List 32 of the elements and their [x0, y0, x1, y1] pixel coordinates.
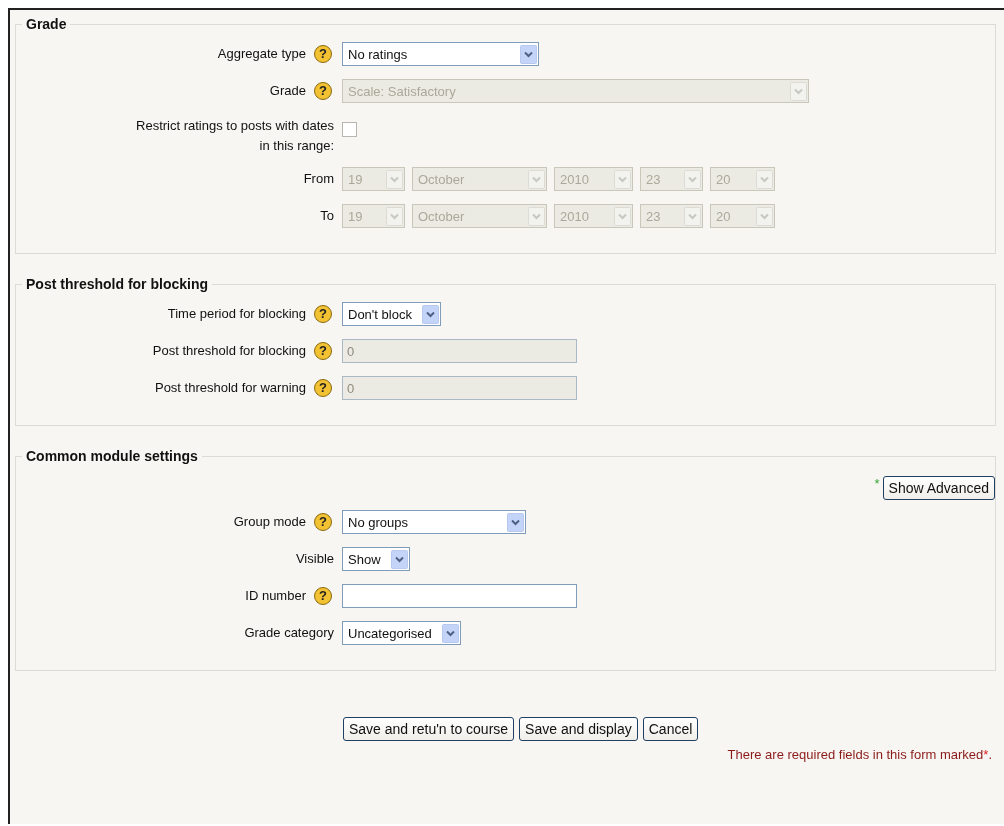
advanced-marker: * — [874, 476, 880, 491]
field-label: Restrict ratings to posts with dates in this range: — [135, 117, 334, 155]
form-button[interactable]: Cancel — [642, 717, 699, 741]
dropdown[interactable]: No groups — [342, 510, 526, 534]
field-label: Post threshold for blocking — [152, 342, 306, 360]
show-advanced-button[interactable]: Show Advanced — [882, 476, 995, 500]
field-label: Visible — [295, 550, 334, 568]
help-icon[interactable]: ? — [314, 45, 332, 63]
field-label: Group mode — [233, 513, 306, 531]
section-title: Post threshold for blocking — [25, 276, 209, 292]
help-icon[interactable]: ? — [314, 305, 332, 323]
required-fields-note: There are required fields in this form marked*. — [727, 747, 992, 762]
dropdown[interactable]: Show — [342, 547, 410, 571]
form-button[interactable]: Save and retu'n to course — [343, 717, 515, 741]
dropdown[interactable]: Uncategorised — [342, 621, 461, 645]
section-title: Grade — [25, 16, 68, 32]
checkbox[interactable] — [342, 121, 357, 137]
dropdown[interactable]: No ratings — [342, 42, 539, 66]
field-label: ID number — [245, 587, 306, 605]
help-icon[interactable]: ? — [314, 587, 332, 605]
field-label: From — [303, 170, 334, 188]
field-label: Grade category — [244, 624, 334, 642]
field-label: Post threshold for warning — [154, 379, 306, 397]
help-icon[interactable]: ? — [314, 513, 332, 531]
dropdown[interactable]: Don't block — [342, 302, 441, 326]
section-title: Common module settings — [25, 448, 199, 464]
field-label: Grade — [269, 82, 306, 100]
field-label: To — [320, 207, 334, 225]
input-field[interactable] — [342, 584, 577, 608]
field-label: Aggregate type — [217, 45, 306, 63]
form-button[interactable]: Save and display — [519, 717, 638, 741]
field-label: Time period for blocking — [167, 305, 306, 323]
